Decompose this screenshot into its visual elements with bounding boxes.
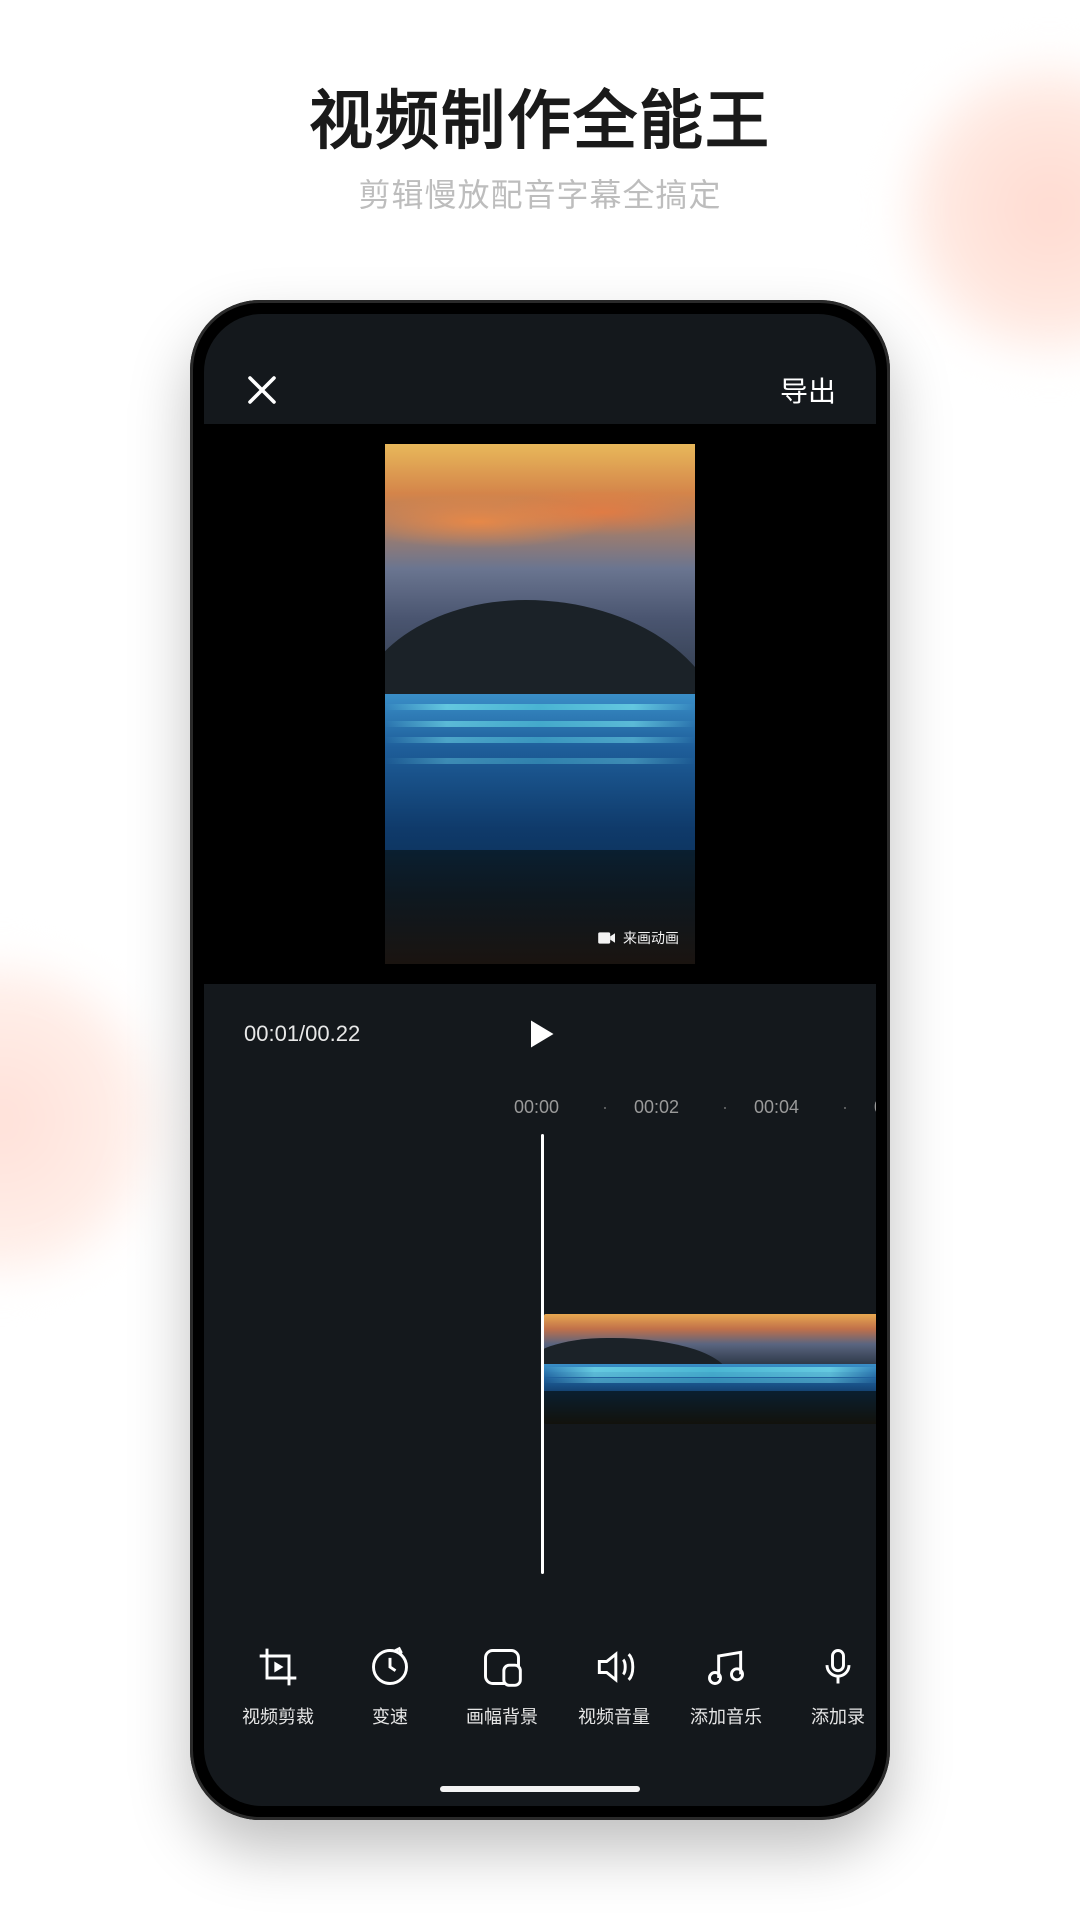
ruler-mark: 00:04 [754,1097,816,1118]
close-icon[interactable] [244,372,280,408]
tool-label: 视频音量 [578,1703,650,1729]
playback-controls: 00:01/00.22 [204,1004,876,1064]
ruler-mark: 00:00 [514,1097,576,1118]
promo-subtitle: 剪辑慢放配音字幕全搞定 [0,170,1080,216]
camera-icon [597,930,617,946]
app-screen: 导出 来画动画 [204,314,876,1806]
tool-music[interactable]: 添加音乐 [670,1645,782,1729]
watermark: 来画动画 [597,928,679,948]
export-button[interactable]: 导出 [780,370,836,410]
video-clip[interactable] [544,1314,876,1424]
watermark-text: 来画动画 [623,928,679,948]
tool-label: 视频剪裁 [242,1703,314,1729]
home-indicator[interactable] [440,1786,640,1792]
timeline[interactable] [204,1134,876,1584]
speed-icon [368,1645,412,1689]
crop-icon [256,1645,300,1689]
tool-label: 画幅背景 [466,1703,538,1729]
tool-volume[interactable]: 视频音量 [558,1645,670,1729]
bottom-toolbar: 视频剪裁 变速 画幅背景 视频音量 [204,1622,876,1752]
mic-icon [816,1645,860,1689]
promo-title: 视频制作全能王 [0,70,1080,162]
tool-label: 添加音乐 [690,1703,762,1729]
decorative-blob-left [0,960,160,1280]
tool-record[interactable]: 添加录 [782,1645,876,1729]
tool-label: 变速 [372,1703,408,1729]
top-bar: 导出 [204,360,876,420]
time-ruler[interactable]: 00:00· 00:02· 00:04· 00:0 [204,1090,876,1124]
tool-label: 添加录 [811,1703,865,1729]
video-preview[interactable]: 来画动画 [204,424,876,984]
video-frame: 来画动画 [385,444,695,964]
tool-canvas[interactable]: 画幅背景 [446,1645,558,1729]
time-display: 00:01/00.22 [244,1021,360,1047]
playhead[interactable] [541,1134,544,1574]
canvas-icon [480,1645,524,1689]
music-icon [704,1645,748,1689]
ruler-mark: 00:02 [634,1097,696,1118]
volume-icon [592,1645,636,1689]
ruler-mark: 00:0 [874,1097,876,1118]
play-button[interactable] [522,1016,558,1052]
tool-speed[interactable]: 变速 [334,1645,446,1729]
tool-trim[interactable]: 视频剪裁 [222,1645,334,1729]
phone-frame: 导出 来画动画 [190,300,890,1820]
